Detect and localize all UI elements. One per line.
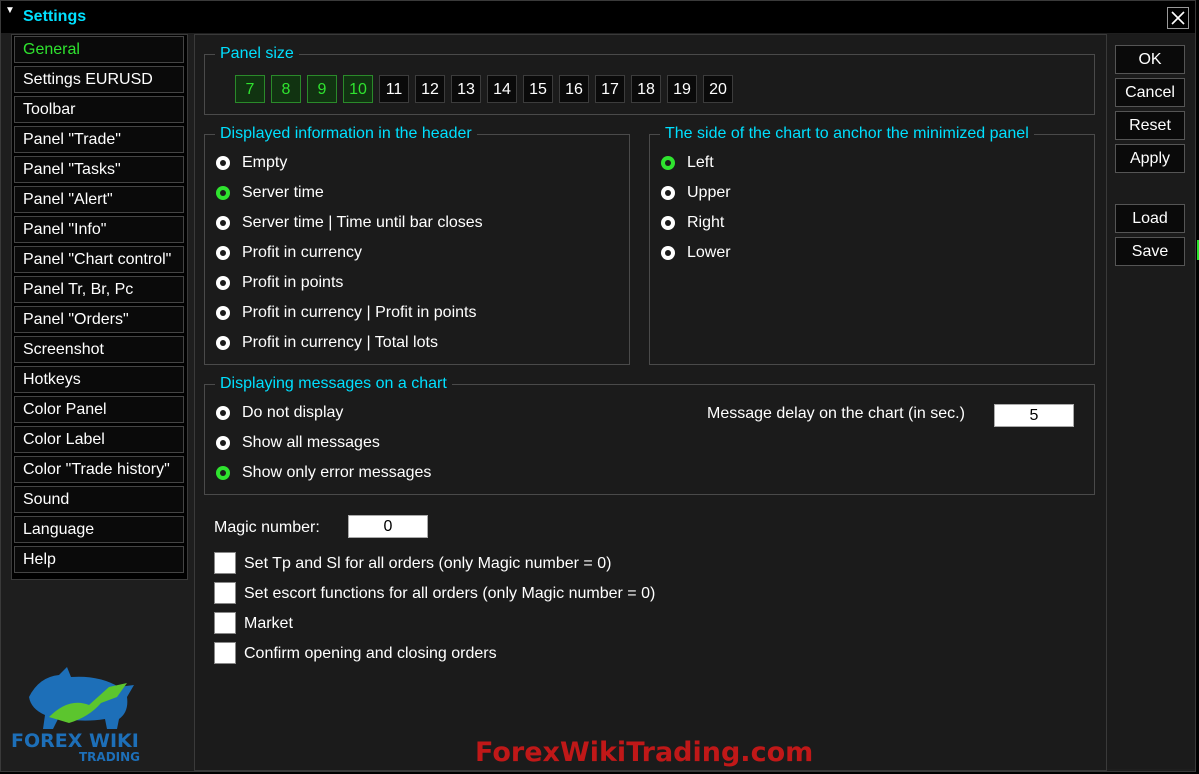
checkbox-label: Confirm opening and closing orders bbox=[244, 645, 497, 662]
logo-text: FOREX WIKI bbox=[11, 730, 139, 752]
cancel-button[interactable]: Cancel bbox=[1115, 78, 1185, 107]
radio-label: Server time bbox=[242, 184, 324, 201]
sidebar-item-help[interactable]: Help bbox=[14, 546, 184, 573]
sidebar-item-panel-tr-br-pc[interactable]: Panel Tr, Br, Pc bbox=[14, 276, 184, 303]
radio-icon bbox=[216, 276, 230, 290]
size-button-8[interactable]: 8 bbox=[271, 75, 301, 103]
radio-label: Server time | Time until bar closes bbox=[242, 214, 483, 231]
radio-icon bbox=[216, 406, 230, 420]
size-button-9[interactable]: 9 bbox=[307, 75, 337, 103]
settings-window: ▼ Settings General Settings EURUSD Toolb… bbox=[0, 0, 1196, 772]
sidebar-item-hotkeys[interactable]: Hotkeys bbox=[14, 366, 184, 393]
logo-subtext: TRADING bbox=[79, 750, 140, 764]
sidebar-item-sound[interactable]: Sound bbox=[14, 486, 184, 513]
sidebar-item-color-label[interactable]: Color Label bbox=[14, 426, 184, 453]
sidebar-item-panel-chart-control[interactable]: Panel "Chart control" bbox=[14, 246, 184, 273]
radio-icon bbox=[661, 186, 675, 200]
radio-icon bbox=[661, 246, 675, 260]
radio-selected-icon bbox=[216, 466, 230, 480]
sidebar-item-panel-alert[interactable]: Panel "Alert" bbox=[14, 186, 184, 213]
sidebar-item-panel-trade[interactable]: Panel "Trade" bbox=[14, 126, 184, 153]
collapse-arrow-icon[interactable]: ▼ bbox=[5, 5, 15, 16]
checkbox-label: Set escort functions for all orders (onl… bbox=[244, 585, 656, 602]
size-button-13[interactable]: 13 bbox=[451, 75, 481, 103]
radio-label: Show only error messages bbox=[242, 464, 432, 481]
radio-label: Profit in points bbox=[242, 274, 344, 291]
radio-icon bbox=[216, 336, 230, 350]
size-button-10[interactable]: 10 bbox=[343, 75, 373, 103]
close-button[interactable] bbox=[1167, 7, 1189, 29]
radio-icon bbox=[216, 156, 230, 170]
checkbox-icon bbox=[214, 612, 236, 634]
radio-icon bbox=[216, 216, 230, 230]
sidebar-item-general[interactable]: General bbox=[14, 36, 184, 63]
size-button-11[interactable]: 11 bbox=[379, 75, 409, 103]
radio-label: Lower bbox=[687, 244, 731, 261]
anchor-side-title: The side of the chart to anchor the mini… bbox=[660, 125, 1034, 143]
sidebar-item-color-panel[interactable]: Color Panel bbox=[14, 396, 184, 423]
sidebar-item-language[interactable]: Language bbox=[14, 516, 184, 543]
sidebar-item-panel-info[interactable]: Panel "Info" bbox=[14, 216, 184, 243]
radio-label: Profit in currency bbox=[242, 244, 363, 261]
sidebar: General Settings EURUSD Toolbar Panel "T… bbox=[11, 34, 188, 580]
sidebar-item-screenshot[interactable]: Screenshot bbox=[14, 336, 184, 363]
size-button-20[interactable]: 20 bbox=[703, 75, 733, 103]
radio-icon bbox=[216, 306, 230, 320]
radio-selected-icon bbox=[661, 156, 675, 170]
radio-label: Profit in currency | Total lots bbox=[242, 334, 438, 351]
watermark-text: ForexWikiTrading.com bbox=[475, 737, 814, 768]
radio-icon bbox=[661, 216, 675, 230]
sidebar-item-toolbar[interactable]: Toolbar bbox=[14, 96, 184, 123]
sidebar-item-panel-orders[interactable]: Panel "Orders" bbox=[14, 306, 184, 333]
radio-icon bbox=[216, 246, 230, 260]
load-button[interactable]: Load bbox=[1115, 204, 1185, 233]
size-button-19[interactable]: 19 bbox=[667, 75, 697, 103]
checkbox-label: Market bbox=[244, 615, 293, 632]
title-bar: ▼ Settings bbox=[1, 1, 1195, 33]
message-delay-input[interactable]: 5 bbox=[994, 404, 1074, 427]
radio-selected-icon bbox=[216, 186, 230, 200]
close-icon bbox=[1171, 11, 1185, 25]
window-title: Settings bbox=[23, 8, 87, 25]
sidebar-item-color-trade-history[interactable]: Color "Trade history" bbox=[14, 456, 184, 483]
size-button-7[interactable]: 7 bbox=[235, 75, 265, 103]
size-button-16[interactable]: 16 bbox=[559, 75, 589, 103]
magic-number-input[interactable]: 0 bbox=[348, 515, 428, 538]
sidebar-item-settings-eurusd[interactable]: Settings EURUSD bbox=[14, 66, 184, 93]
save-button[interactable]: Save bbox=[1115, 237, 1185, 266]
radio-label: Do not display bbox=[242, 404, 344, 421]
checkbox-icon bbox=[214, 552, 236, 574]
checkbox-icon bbox=[214, 582, 236, 604]
forex-wiki-logo: FOREX WIKI TRADING bbox=[9, 657, 159, 767]
message-delay-label: Message delay on the chart (in sec.) bbox=[707, 405, 965, 422]
apply-button[interactable]: Apply bbox=[1115, 144, 1185, 173]
header-info-title: Displayed information in the header bbox=[215, 125, 477, 143]
messages-title: Displaying messages on a chart bbox=[215, 375, 452, 393]
radio-label: Left bbox=[687, 154, 714, 171]
radio-label: Upper bbox=[687, 184, 731, 201]
radio-label: Right bbox=[687, 214, 725, 231]
bull-bear-logo-icon: FOREX WIKI TRADING bbox=[11, 667, 140, 764]
radio-label: Show all messages bbox=[242, 434, 380, 451]
radio-label: Empty bbox=[242, 154, 288, 171]
radio-label: Profit in currency | Profit in points bbox=[242, 304, 477, 321]
checkbox-label: Set Tp and Sl for all orders (only Magic… bbox=[244, 555, 612, 572]
panel-size-title: Panel size bbox=[215, 45, 299, 63]
size-button-12[interactable]: 12 bbox=[415, 75, 445, 103]
radio-icon bbox=[216, 436, 230, 450]
size-button-17[interactable]: 17 bbox=[595, 75, 625, 103]
size-button-15[interactable]: 15 bbox=[523, 75, 553, 103]
size-button-18[interactable]: 18 bbox=[631, 75, 661, 103]
reset-button[interactable]: Reset bbox=[1115, 111, 1185, 140]
sidebar-item-panel-tasks[interactable]: Panel "Tasks" bbox=[14, 156, 184, 183]
magic-number-label: Magic number: bbox=[214, 519, 320, 536]
size-button-14[interactable]: 14 bbox=[487, 75, 517, 103]
checkbox-icon bbox=[214, 642, 236, 664]
ok-button[interactable]: OK bbox=[1115, 45, 1185, 74]
